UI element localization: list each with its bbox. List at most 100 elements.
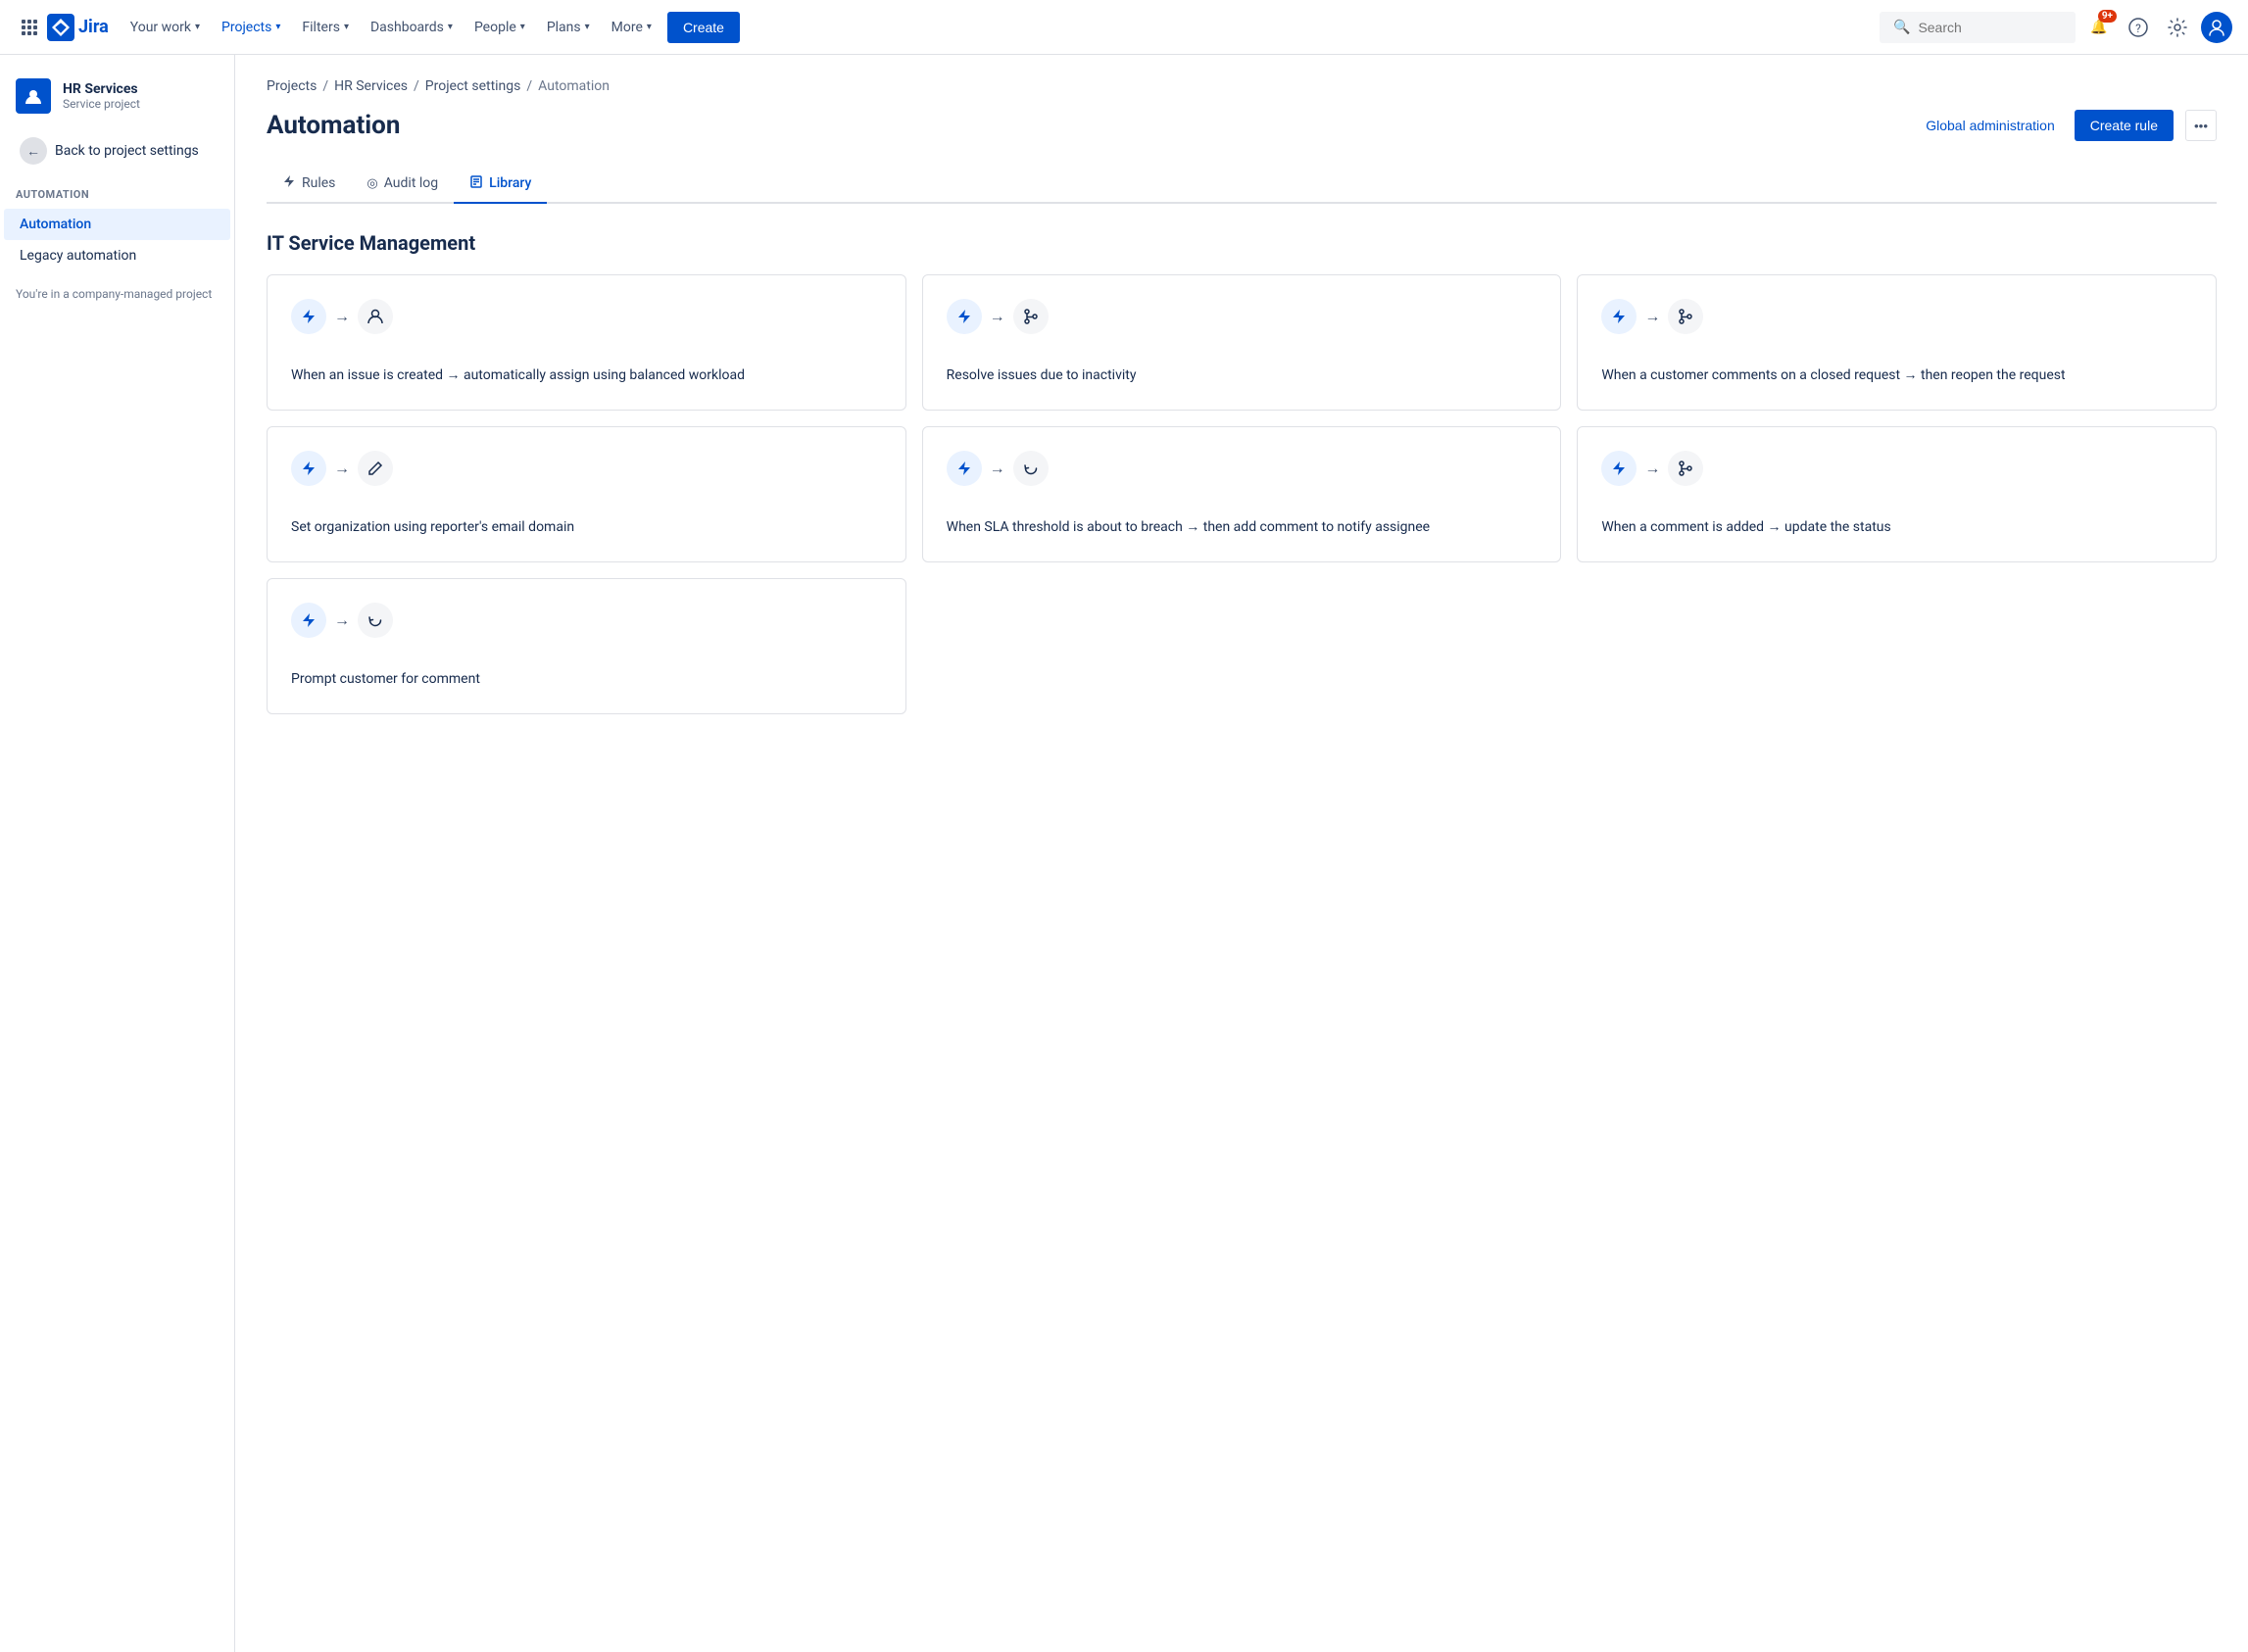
chevron-down-icon: ▾ xyxy=(585,22,590,32)
automation-card-3[interactable]: → When a customer comments on a closed r… xyxy=(1577,274,2217,411)
sidebar-footer: You're in a company-managed project xyxy=(0,271,234,316)
arrow-icon: → xyxy=(1644,307,1660,326)
project-name: HR Services xyxy=(63,81,140,97)
automation-card-1[interactable]: → When an issue is created → automatical… xyxy=(267,274,906,411)
nav-projects[interactable]: Projects ▾ xyxy=(212,14,290,41)
more-options-button[interactable]: ••• xyxy=(2185,110,2217,141)
card-description: When a customer comments on a closed req… xyxy=(1601,365,2192,386)
help-button[interactable]: ? xyxy=(2123,12,2154,43)
card-description: When SLA threshold is about to breach → … xyxy=(947,517,1538,538)
logo-text: Jira xyxy=(78,17,109,37)
bolt-icon xyxy=(947,299,982,334)
sidebar-project: HR Services Service project xyxy=(0,71,234,129)
audit-icon: ◎ xyxy=(367,176,377,191)
user-avatar[interactable] xyxy=(2201,12,2232,43)
tab-rules[interactable]: Rules xyxy=(267,165,351,204)
nav-more[interactable]: More ▾ xyxy=(602,14,661,41)
chevron-down-icon: ▾ xyxy=(344,22,349,32)
section-title: IT Service Management xyxy=(267,231,2217,255)
search-box[interactable]: 🔍 xyxy=(1880,12,2076,43)
card-description: When a comment is added → update the sta… xyxy=(1601,517,2192,538)
bolt-icon xyxy=(1601,451,1637,486)
page-title: Automation xyxy=(267,111,1918,140)
bolt-icon xyxy=(291,603,326,638)
sidebar-section-label: AUTOMATION xyxy=(0,172,234,209)
notifications-button[interactable]: 🔔 9+ xyxy=(2083,12,2115,43)
automation-card-6[interactable]: → When a comment is added → update the s… xyxy=(1577,426,2217,562)
branch-icon xyxy=(1668,451,1703,486)
grid-menu-icon[interactable] xyxy=(16,14,43,41)
refresh-icon xyxy=(1013,451,1049,486)
sidebar-item-legacy-automation[interactable]: Legacy automation xyxy=(4,240,230,271)
card-icons: → xyxy=(1601,299,2192,334)
card-description: Prompt customer for comment xyxy=(291,669,882,690)
arrow-icon: → xyxy=(990,459,1005,478)
card-icons: → xyxy=(291,299,882,334)
settings-button[interactable] xyxy=(2162,12,2193,43)
svg-text:?: ? xyxy=(2135,22,2141,35)
search-input[interactable] xyxy=(1918,20,2055,35)
card-icons: → xyxy=(291,451,882,486)
nav-people[interactable]: People ▾ xyxy=(464,14,535,41)
refresh-icon xyxy=(358,603,393,638)
bolt-icon xyxy=(291,299,326,334)
breadcrumb-sep-3: / xyxy=(526,78,532,94)
nav-plans[interactable]: Plans ▾ xyxy=(537,14,600,41)
cards-grid: → When an issue is created → automatical… xyxy=(267,274,2217,714)
chevron-down-icon: ▾ xyxy=(275,22,280,32)
automation-card-2[interactable]: → Resolve issues due to inactivity xyxy=(922,274,1562,411)
nav-items: Your work ▾ Projects ▾ Filters ▾ Dashboa… xyxy=(121,12,1876,43)
bolt-icon xyxy=(291,451,326,486)
arrow-icon: → xyxy=(334,610,350,630)
page-header: Automation Global administration Create … xyxy=(267,110,2217,141)
person-icon xyxy=(358,299,393,334)
notifications-badge: 9+ xyxy=(2098,10,2117,23)
more-icon: ••• xyxy=(2194,119,2208,133)
tab-audit-log[interactable]: ◎ Audit log xyxy=(351,165,454,204)
arrow-icon: → xyxy=(990,307,1005,326)
card-icons: → xyxy=(1601,451,2192,486)
nav-your-work[interactable]: Your work ▾ xyxy=(121,14,210,41)
branch-icon xyxy=(1013,299,1049,334)
breadcrumb-project-settings[interactable]: Project settings xyxy=(425,78,521,94)
breadcrumb-hr-services[interactable]: HR Services xyxy=(334,78,408,94)
back-icon: ← xyxy=(20,137,47,165)
jira-logo[interactable]: Jira xyxy=(47,14,109,41)
nav-dashboards[interactable]: Dashboards ▾ xyxy=(361,14,463,41)
card-description: Set organization using reporter's email … xyxy=(291,517,882,538)
search-icon: 🔍 xyxy=(1893,20,1910,35)
sidebar-item-automation[interactable]: Automation xyxy=(4,209,230,240)
automation-card-7[interactable]: → Prompt customer for comment xyxy=(267,578,906,714)
card-description: Resolve issues due to inactivity xyxy=(947,365,1538,386)
global-administration-button[interactable]: Global administration xyxy=(1918,112,2063,139)
chevron-down-icon: ▾ xyxy=(647,22,652,32)
card-icons: → xyxy=(291,603,882,638)
card-description: When an issue is created → automatically… xyxy=(291,365,882,386)
project-type: Service project xyxy=(63,97,140,111)
back-to-project-settings[interactable]: ← Back to project settings xyxy=(4,129,230,172)
tab-library[interactable]: Library xyxy=(454,165,547,204)
chevron-down-icon: ▾ xyxy=(520,22,525,32)
main-layout: HR Services Service project ← Back to pr… xyxy=(0,55,2248,1652)
breadcrumb: Projects / HR Services / Project setting… xyxy=(267,78,2217,94)
pencil-icon xyxy=(358,451,393,486)
topnav-right: 🔍 🔔 9+ ? xyxy=(1880,12,2232,43)
page-actions: Global administration Create rule ••• xyxy=(1918,110,2217,141)
create-rule-button[interactable]: Create rule xyxy=(2075,110,2174,141)
sidebar: HR Services Service project ← Back to pr… xyxy=(0,55,235,1652)
arrow-icon: → xyxy=(334,459,350,478)
automation-card-5[interactable]: → When SLA threshold is about to breach … xyxy=(922,426,1562,562)
breadcrumb-current: Automation xyxy=(538,78,610,94)
nav-filters[interactable]: Filters ▾ xyxy=(292,14,359,41)
main-content: Projects / HR Services / Project setting… xyxy=(235,55,2248,1652)
card-icons: → xyxy=(947,299,1538,334)
arrow-icon: → xyxy=(334,307,350,326)
top-navigation: Jira Your work ▾ Projects ▾ Filters ▾ Da… xyxy=(0,0,2248,55)
project-icon xyxy=(16,78,51,114)
automation-card-4[interactable]: → Set organization using reporter's emai… xyxy=(267,426,906,562)
create-button[interactable]: Create xyxy=(667,12,740,43)
breadcrumb-projects[interactable]: Projects xyxy=(267,78,317,94)
bolt-icon xyxy=(282,174,296,192)
breadcrumb-sep-1: / xyxy=(322,78,328,94)
library-icon xyxy=(469,174,483,192)
